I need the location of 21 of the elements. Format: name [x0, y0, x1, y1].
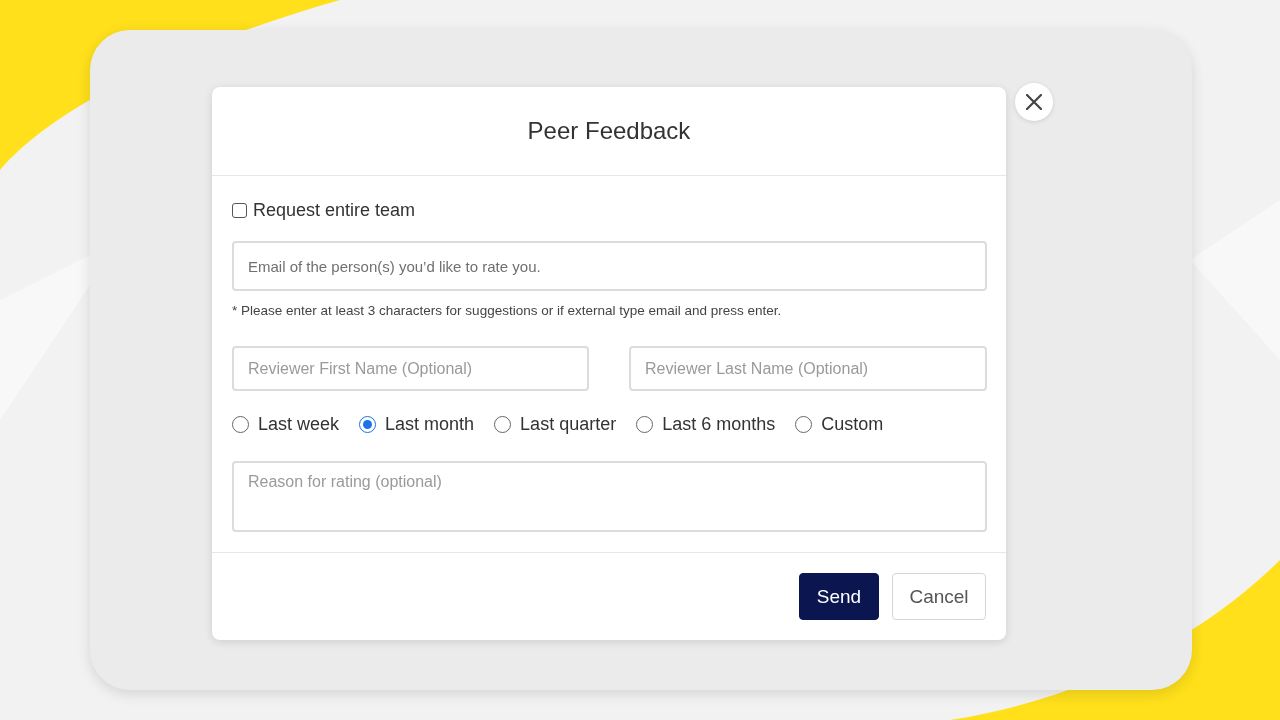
dialog-title: Peer Feedback [527, 117, 691, 145]
radio-label: Last week [258, 413, 340, 435]
checkbox-label: Request entire team [253, 199, 416, 221]
radio-label: Custom [821, 413, 884, 435]
radio-button[interactable] [359, 415, 377, 433]
name-field[interactable]: Reviewer Last Name (Optional) [629, 346, 987, 391]
radio-button[interactable] [636, 415, 654, 433]
close-button[interactable] [1015, 83, 1053, 121]
radio-label: Last 6 months [662, 413, 776, 435]
radio-button[interactable] [795, 415, 813, 433]
radio-label: Last month [385, 413, 475, 435]
radio-button[interactable] [232, 415, 249, 433]
reason-field[interactable]: Reason for rating (optional) [232, 461, 987, 532]
checkbox[interactable] [232, 202, 247, 218]
radio-label: Last quarter [520, 413, 617, 435]
send-button[interactable]: Send [799, 573, 879, 620]
close-icon [1026, 94, 1042, 110]
radio-button[interactable] [494, 415, 512, 433]
hint-text: * Please enter at least 3 characters for suggestions or if external type email and press enter. [232, 303, 783, 318]
email-field[interactable]: Email of the person(s) you’d like to rate you. [232, 241, 987, 291]
name-field[interactable]: Reviewer First Name (Optional) [232, 346, 589, 391]
